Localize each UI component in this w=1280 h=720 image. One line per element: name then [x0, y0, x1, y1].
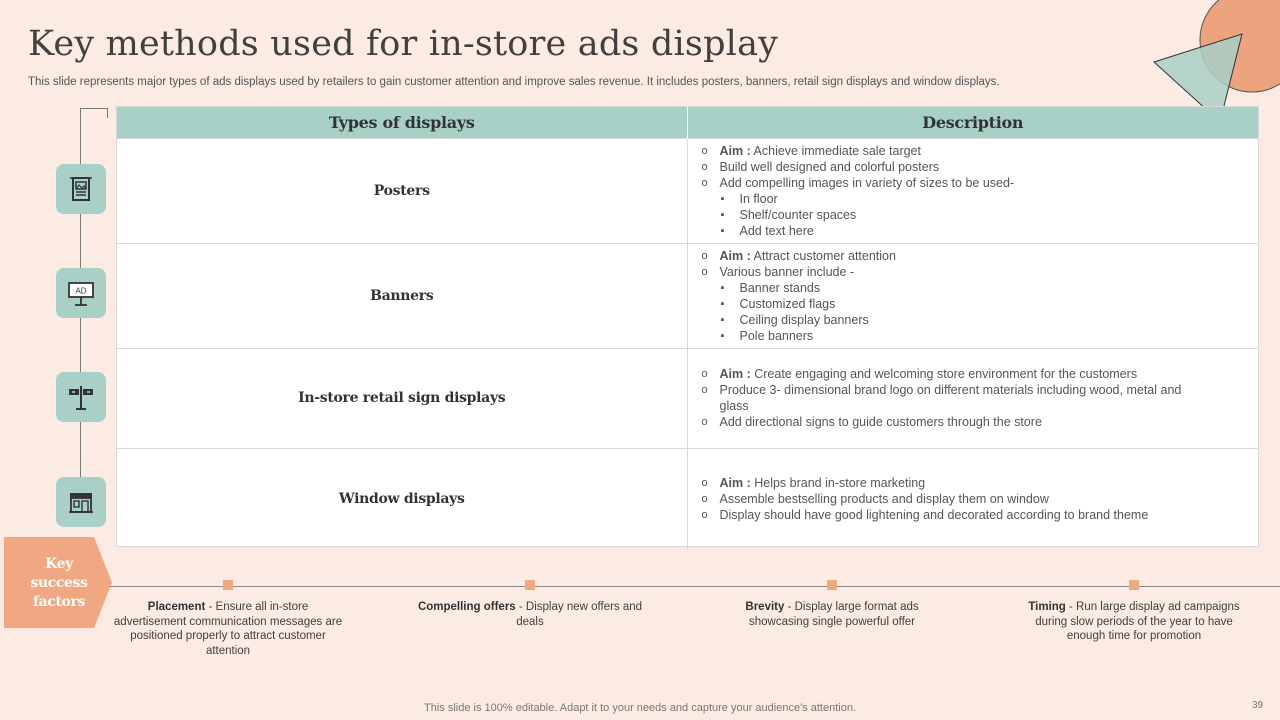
display-type: Banners: [117, 242, 688, 348]
column-header-types: Types of displays: [117, 107, 688, 138]
slide-subtitle: This slide represents major types of ads…: [28, 76, 1000, 88]
description-cell: Aim : Create engaging and welcoming stor…: [687, 347, 1258, 448]
description-point: Build well designed and colorful posters: [702, 159, 1247, 175]
aim-label: Aim :: [719, 248, 751, 263]
factor-marker: [223, 580, 233, 590]
aim-text: Attract customer attention: [750, 248, 896, 263]
poster-icon: [56, 164, 106, 214]
footer-note: This slide is 100% editable. Adapt it to…: [424, 702, 856, 714]
storefront-icon: [56, 477, 106, 527]
factors-timeline: [110, 586, 1280, 587]
display-type: Window displays: [117, 447, 688, 549]
description-cell: Aim : Helps brand in-store marketing Ass…: [687, 447, 1258, 549]
description-point: Aim : Create engaging and welcoming stor…: [702, 366, 1192, 382]
display-type: Posters: [117, 137, 688, 243]
aim-label: Aim :: [719, 367, 751, 381]
table-row: In-store retail sign displays Aim : Crea…: [117, 347, 1258, 448]
billboard-ad-text: AD: [75, 287, 86, 296]
description-point: Aim : Helps brand in-store marketing: [702, 475, 1247, 491]
factor-marker: [1129, 580, 1139, 590]
description-point: Add directional signs to guide customers…: [702, 414, 1192, 430]
factor-marker: [525, 580, 535, 590]
table-row: Window displays Aim : Helps brand in-sto…: [117, 447, 1258, 549]
description-point: Assemble bestselling products and displa…: [702, 491, 1247, 507]
aim-text: Create engaging and welcoming store envi…: [750, 367, 1138, 381]
description-point: Add compelling images in variety of size…: [702, 175, 1247, 239]
display-type: In-store retail sign displays: [117, 347, 688, 448]
description-subpoint: In floor: [720, 191, 1247, 207]
timeline-connector-hook: [80, 108, 108, 118]
description-point: Display should have good lightening and …: [702, 507, 1247, 523]
description-cell: Aim : Attract customer attention Various…: [687, 242, 1258, 348]
aim-text: Helps brand in-store marketing: [750, 475, 926, 490]
description-subpoint: Shelf/counter spaces: [720, 207, 1247, 223]
description-point: Aim : Achieve immediate sale target: [702, 143, 1247, 159]
description-subpoint: Pole banners: [720, 328, 1247, 344]
column-header-description: Description: [687, 107, 1258, 138]
billboard-ad-icon: AD: [56, 268, 106, 318]
description-point: Various banner include - Banner stands C…: [702, 264, 1247, 344]
aim-text: Achieve immediate sale target: [750, 143, 921, 158]
description-subpoint: Banner stands: [720, 280, 1247, 296]
description-point: Produce 3- dimensional brand logo on dif…: [702, 382, 1192, 414]
description-point: Aim : Attract customer attention: [702, 248, 1247, 264]
description-subpoint: Add text here: [720, 223, 1247, 239]
table-header-row: Types of displays Description: [117, 107, 1258, 138]
slide-title: Key methods used for in-store ads displa…: [28, 24, 779, 64]
page-number: 39: [1252, 700, 1264, 711]
display-types-table: Types of displays Description Posters Ai…: [116, 106, 1259, 549]
aim-label: Aim :: [719, 143, 751, 158]
factor-timing: Timing - Run large display ad campaigns …: [1028, 601, 1240, 642]
table-row: Banners Aim : Attract customer attention…: [117, 242, 1258, 348]
aim-label: Aim :: [719, 475, 751, 490]
factor-brevity: Brevity - Display large format ads showc…: [745, 601, 919, 628]
factor-placement: Placement - Ensure all in-store advertis…: [113, 601, 343, 657]
description-cell: Aim : Achieve immediate sale target Buil…: [687, 137, 1258, 243]
factor-marker: [827, 580, 837, 590]
description-subpoint: Customized flags: [720, 296, 1247, 312]
table-row: Posters Aim : Achieve immediate sale tar…: [117, 137, 1258, 243]
key-success-factors-label: Key success factors: [30, 556, 88, 610]
factor-compelling-offers: Compelling offers - Display new offers a…: [417, 601, 643, 628]
description-subpoint: Ceiling display banners: [720, 312, 1247, 328]
direction-sign-icon: [56, 372, 106, 422]
